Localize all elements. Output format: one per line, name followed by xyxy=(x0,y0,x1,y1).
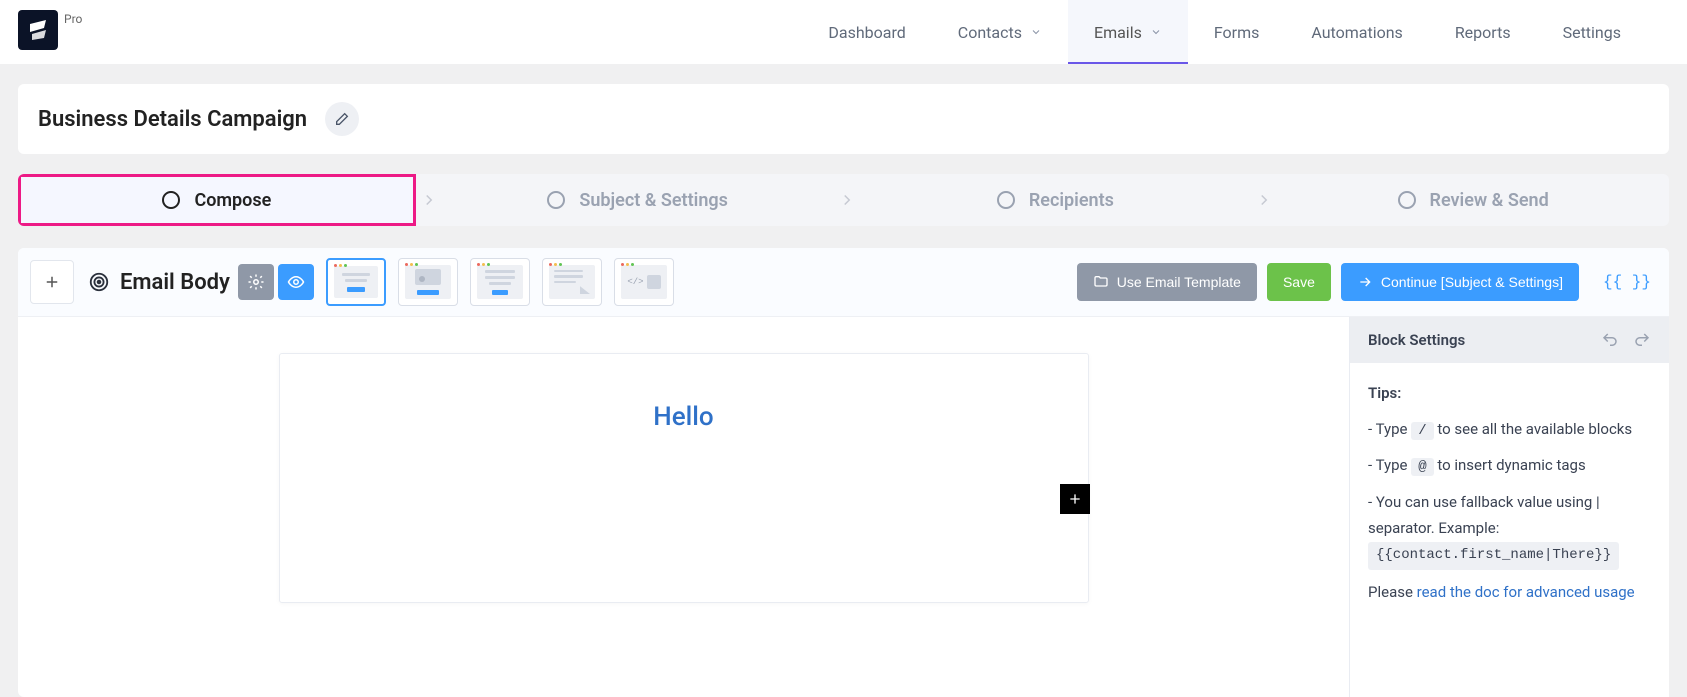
toolbar-title-group: Email Body xyxy=(88,270,230,295)
wizard-stepper: Compose Subject & Settings Recipients Re… xyxy=(18,174,1669,226)
nav-settings[interactable]: Settings xyxy=(1537,0,1647,64)
sidebar-title: Block Settings xyxy=(1368,331,1465,349)
template-document-layout[interactable] xyxy=(542,258,602,306)
email-body-title: Email Body xyxy=(120,270,230,295)
chevron-right-icon xyxy=(1251,174,1277,226)
campaign-title: Business Details Campaign xyxy=(38,107,307,132)
primary-nav: Dashboard Contacts Emails Forms Automati… xyxy=(802,0,1687,64)
merge-tag-button[interactable]: {{ }} xyxy=(1603,273,1657,291)
composer-body: Hello Block Settings Tips: xyxy=(18,317,1669,697)
step-indicator-icon xyxy=(547,191,565,209)
tip-fallback: - You can use fallback value using | sep… xyxy=(1368,490,1651,570)
tip-at: - Type @ to insert dynamic tags xyxy=(1368,453,1651,480)
top-navigation: Pro Dashboard Contacts Emails Forms Auto… xyxy=(0,0,1687,64)
save-button[interactable]: Save xyxy=(1267,263,1331,301)
template-article-layout[interactable] xyxy=(470,258,530,306)
sidebar-header: Block Settings xyxy=(1350,317,1669,363)
canvas-heading-block[interactable]: Hello xyxy=(310,402,1058,432)
nav-automations[interactable]: Automations xyxy=(1285,0,1428,64)
redo-icon[interactable] xyxy=(1633,331,1651,349)
editor-settings-button[interactable] xyxy=(238,264,274,300)
template-text-layout[interactable] xyxy=(326,258,386,306)
arrow-right-icon xyxy=(1357,274,1373,290)
step-indicator-icon xyxy=(1398,191,1416,209)
step-recipients[interactable]: Recipients xyxy=(860,174,1252,226)
logo-area: Pro xyxy=(0,0,90,50)
step-indicator-icon xyxy=(162,191,180,209)
continue-button[interactable]: Continue [Subject & Settings] xyxy=(1341,263,1579,301)
nav-forms[interactable]: Forms xyxy=(1188,0,1286,64)
preview-button[interactable] xyxy=(278,264,314,300)
step-compose[interactable]: Compose xyxy=(18,174,416,226)
edit-title-button[interactable] xyxy=(325,102,359,136)
pro-badge: Pro xyxy=(64,12,82,26)
step-subject-settings[interactable]: Subject & Settings xyxy=(442,174,834,226)
sidebar-body: Tips: - Type / to see all the available … xyxy=(1350,363,1669,639)
chevron-right-icon xyxy=(834,174,860,226)
use-email-template-button[interactable]: Use Email Template xyxy=(1077,263,1257,301)
composer-toolbar: Email Body xyxy=(18,248,1669,317)
at-key-hint: @ xyxy=(1411,458,1433,476)
tips-heading: Tips: xyxy=(1368,381,1651,407)
block-settings-sidebar: Block Settings Tips: - Type / to see all… xyxy=(1349,317,1669,697)
email-canvas[interactable]: Hello xyxy=(279,353,1089,603)
campaign-title-bar: Business Details Campaign xyxy=(18,84,1669,154)
chevron-down-icon xyxy=(1030,23,1042,42)
toolbar-actions: Use Email Template Save Continue [Subjec… xyxy=(1077,263,1657,301)
advanced-usage-doc-link[interactable]: read the doc for advanced usage xyxy=(1417,583,1635,601)
nav-emails[interactable]: Emails xyxy=(1068,0,1188,64)
step-indicator-icon xyxy=(997,191,1015,209)
target-icon xyxy=(88,271,110,293)
step-review-send[interactable]: Review & Send xyxy=(1277,174,1669,226)
tip-slash: - Type / to see all the available blocks xyxy=(1368,417,1651,444)
undo-icon[interactable] xyxy=(1601,331,1619,349)
doc-link-row: Please read the doc for advanced usage xyxy=(1368,580,1651,606)
nav-reports[interactable]: Reports xyxy=(1429,0,1537,64)
layout-templates: </> xyxy=(326,258,674,306)
app-logo[interactable] xyxy=(18,10,58,50)
nav-dashboard[interactable]: Dashboard xyxy=(802,0,931,64)
template-image-layout[interactable] xyxy=(398,258,458,306)
fallback-example-code: {{contact.first_name|There}} xyxy=(1368,542,1619,570)
nav-contacts[interactable]: Contacts xyxy=(932,0,1068,64)
composer-panel: Email Body xyxy=(18,248,1669,697)
chevron-down-icon xyxy=(1150,23,1162,42)
slash-key-hint: / xyxy=(1411,422,1433,440)
template-code-layout[interactable]: </> xyxy=(614,258,674,306)
insert-block-button[interactable] xyxy=(1060,484,1090,514)
folder-icon xyxy=(1093,274,1109,290)
add-block-button[interactable] xyxy=(30,260,74,304)
canvas-area: Hello xyxy=(18,317,1349,697)
chevron-right-icon xyxy=(416,174,442,226)
